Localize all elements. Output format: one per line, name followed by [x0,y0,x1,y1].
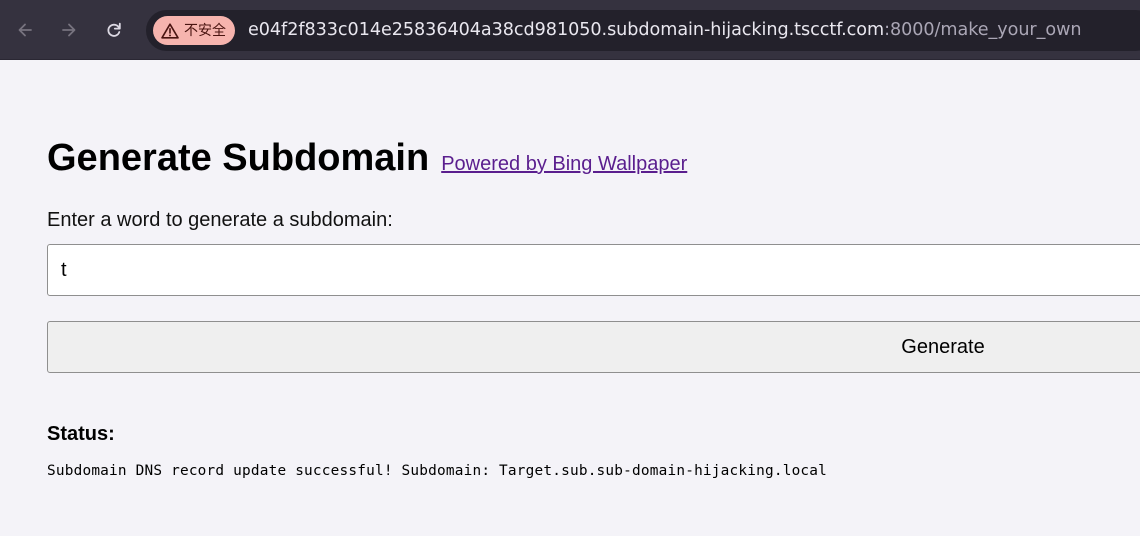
url-host: e04f2f833c014e25836404a38cd981050.subdom… [248,20,885,40]
browser-toolbar: 不安全 e04f2f833c014e25836404a38cd981050.su… [0,0,1140,60]
page-content: Generate Subdomain Powered by Bing Wallp… [0,61,1140,536]
content-viewport: Generate Subdomain Powered by Bing Wallp… [0,61,1140,536]
powered-by-link[interactable]: Powered by Bing Wallpaper [441,153,687,176]
page-title: Generate Subdomain [47,137,430,179]
security-status-label: 不安全 [184,22,226,39]
status-heading: Status: [47,423,115,445]
status-message: Subdomain DNS record update successful! … [47,463,828,479]
word-input-label: Enter a word to generate a subdomain: [47,209,393,231]
arrow-left-icon [15,20,35,40]
reload-button[interactable] [98,14,130,46]
arrow-right-icon [59,20,79,40]
generate-button[interactable]: Generate [47,321,1140,373]
security-status-chip[interactable]: 不安全 [153,16,235,45]
warning-triangle-icon [161,22,179,39]
reload-icon [104,20,124,40]
heading-row: Generate Subdomain Powered by Bing Wallp… [47,137,687,180]
url-path: :8000/make_your_own [884,20,1082,40]
url-text[interactable]: e04f2f833c014e25836404a38cd981050.subdom… [248,10,1082,51]
word-input[interactable] [47,244,1140,296]
forward-button[interactable] [53,14,85,46]
back-button[interactable] [9,14,41,46]
address-bar[interactable]: 不安全 e04f2f833c014e25836404a38cd981050.su… [146,10,1140,51]
